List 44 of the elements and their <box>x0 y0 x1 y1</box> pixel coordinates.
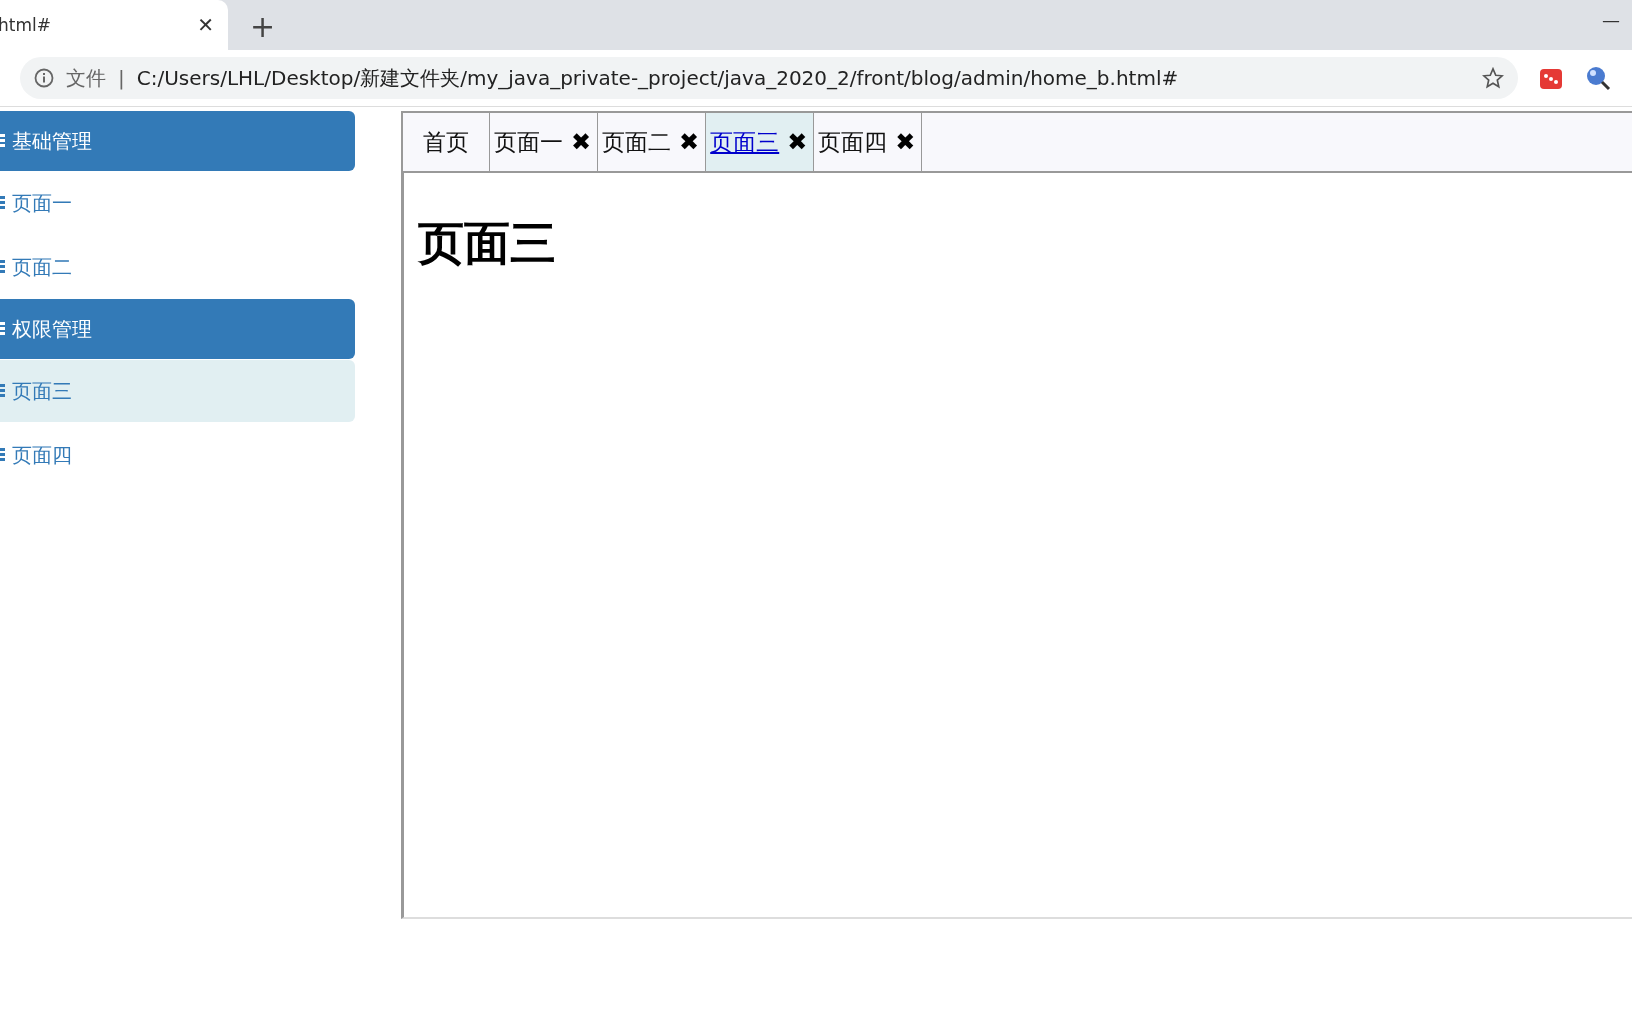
sidebar-item-label: 页面三 <box>12 377 72 405</box>
tab-label: 页面三 <box>710 127 780 157</box>
sidebar-item[interactable]: 页面四 <box>0 424 355 486</box>
magnifier-globe-icon[interactable] <box>1584 64 1612 92</box>
menu-item-icon <box>0 383 6 399</box>
tab-label: 页面二 <box>602 127 672 157</box>
menu-item-icon <box>0 259 6 275</box>
address-separator: | <box>118 66 125 90</box>
tab-label: 页面四 <box>818 127 888 157</box>
page-heading: 页面三 <box>418 215 556 272</box>
menu-item-icon <box>0 447 6 463</box>
sidebar-item-label: 页面二 <box>12 253 72 281</box>
group-title: 权限管理 <box>12 315 92 343</box>
new-tab-button[interactable]: + <box>250 9 276 44</box>
sidebar-item-label: 页面一 <box>12 189 72 217</box>
info-icon <box>34 68 54 88</box>
url-text: C:/Users/LHL/Desktop/新建文件夹/my_java_private-_project/java_2020_2/front/blog/admin/home_b.html# <box>136 64 1180 92</box>
address-label: 文件 <box>66 64 106 92</box>
menu-item-icon <box>0 195 6 211</box>
bookmark-star-icon[interactable] <box>1482 67 1504 89</box>
sidebar-item[interactable]: 页面一 <box>0 172 355 234</box>
group-title: 基础管理 <box>12 127 92 155</box>
list-icon <box>0 133 6 149</box>
sidebar-group-header[interactable]: 基础管理 <box>0 111 355 171</box>
page-tab[interactable]: 页面一 ✖ <box>490 113 599 171</box>
sidebar-item[interactable]: 页面二 <box>0 236 355 298</box>
browser-tab[interactable]: html# ✕ <box>0 0 228 50</box>
tab-label: 页面一 <box>494 127 563 157</box>
page-tab[interactable]: 首页 <box>403 113 490 171</box>
list-icon <box>0 321 6 337</box>
sidebar-group-header[interactable]: 权限管理 <box>0 299 355 359</box>
close-icon[interactable]: ✖ <box>787 128 808 156</box>
tab-label: 首页 <box>423 127 469 157</box>
close-icon[interactable]: ✕ <box>197 13 214 37</box>
close-icon[interactable]: ✖ <box>895 128 916 156</box>
browser-tab-title: html# <box>0 15 51 35</box>
minimize-button[interactable]: — <box>1602 9 1620 30</box>
sidebar-item[interactable]: 页面三 <box>0 360 355 422</box>
close-icon[interactable]: ✖ <box>679 128 700 156</box>
address-bar[interactable]: 文件 | C:/Users/LHL/Desktop/新建文件夹/my_java_private-_project/java_2020_2/front/blog/admin/home_b.html# <box>20 57 1518 99</box>
sidebar-item-label: 页面四 <box>12 441 72 469</box>
page-tab[interactable]: 页面四 ✖ <box>814 113 923 171</box>
close-icon[interactable]: ✖ <box>571 128 592 156</box>
page-tab[interactable]: 页面三 ✖ <box>706 113 815 171</box>
